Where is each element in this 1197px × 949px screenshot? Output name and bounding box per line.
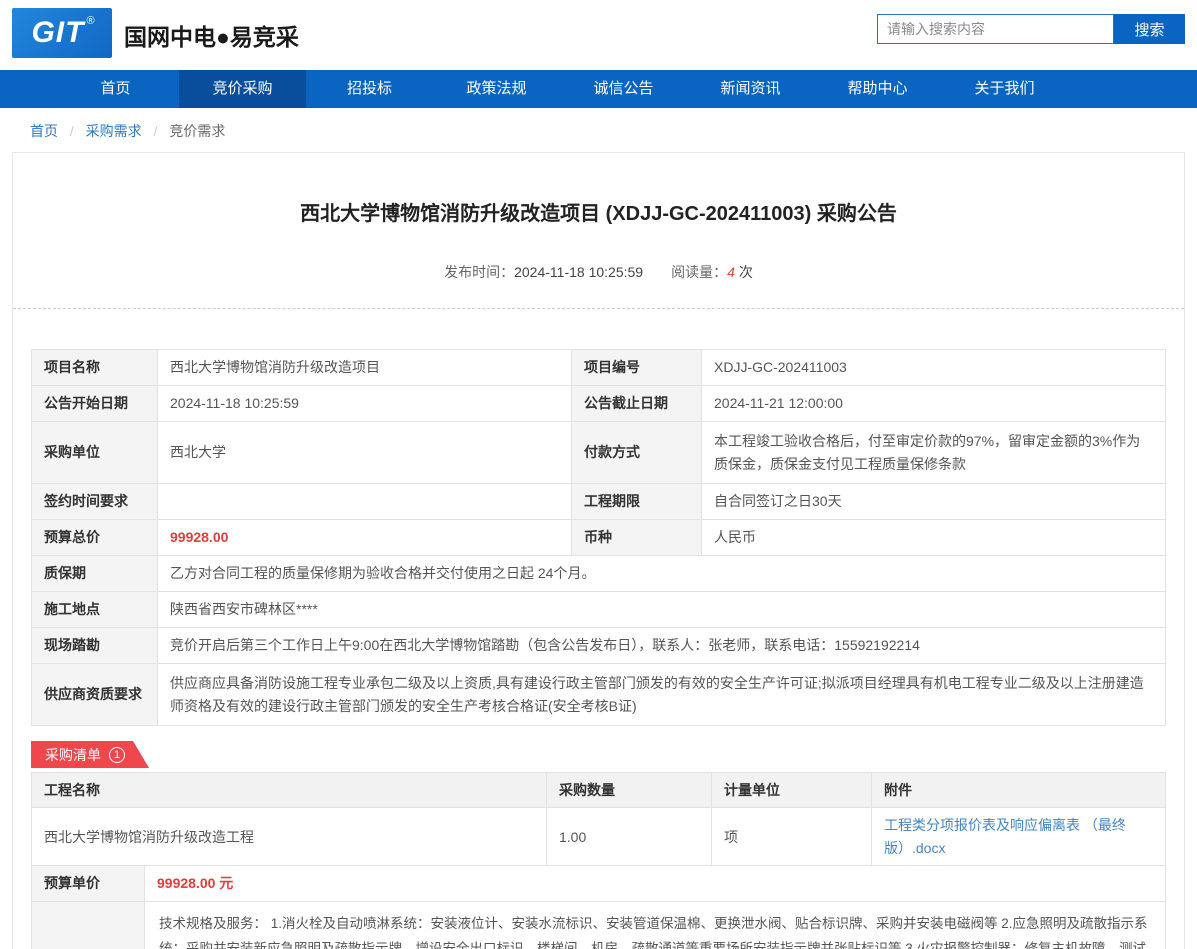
item-quantity: 1.00 bbox=[547, 808, 712, 866]
budget-total-label: 预算总价 bbox=[32, 520, 158, 556]
item-unit: 项 bbox=[712, 808, 872, 866]
read-count: 4 bbox=[727, 264, 735, 280]
publish-time-label: 发布时间： bbox=[444, 264, 514, 280]
table-row: 工程内容 技术规格及服务： 1.消火栓及自动喷淋系统：安装液位计、安装水流标识、… bbox=[32, 901, 1166, 949]
table-row: 预算总价 99928.00 币种 人民币 bbox=[32, 520, 1166, 556]
table-row: 供应商资质要求 供应商应具备消防设施工程专业承包二级及以上资质,具有建设行政主管… bbox=[32, 664, 1166, 726]
nav-item-bidding-purchase[interactable]: 竞价采购 bbox=[179, 70, 306, 108]
project-name-value: 西北大学博物馆消防升级改造项目 bbox=[158, 350, 572, 386]
table-row: 签约时间要求 工程期限 自合同签订之日30天 bbox=[32, 484, 1166, 520]
purchase-list-badge: 采购清单 1 bbox=[31, 741, 149, 768]
publish-time: 2024-11-18 10:25:59 bbox=[514, 264, 643, 280]
project-duration-value: 自合同签订之日30天 bbox=[702, 484, 1166, 520]
registered-mark: ® bbox=[86, 15, 94, 27]
purchase-list-table: 工程名称 采购数量 计量单位 附件 西北大学博物馆消防升级改造工程 1.00 项… bbox=[31, 772, 1166, 866]
nav-item-tendering[interactable]: 招投标 bbox=[306, 70, 433, 108]
project-content-label: 工程内容 bbox=[32, 901, 145, 949]
project-content-value: 技术规格及服务： 1.消火栓及自动喷淋系统：安装液位计、安装水流标识、安装管道保… bbox=[145, 901, 1166, 949]
supplier-qualification-label: 供应商资质要求 bbox=[32, 664, 158, 726]
top-bar: GIT® 国网中电●易竞采 搜索 bbox=[0, 0, 1197, 70]
warranty-value: 乙方对合同工程的质量保修期为验收合格并交付使用之日起 24个月。 bbox=[158, 556, 1166, 592]
site-survey-label: 现场踏勘 bbox=[32, 628, 158, 664]
announce-end-label: 公告截止日期 bbox=[572, 386, 702, 422]
breadcrumb-home[interactable]: 首页 bbox=[30, 123, 58, 139]
table-row: 采购单位 西北大学 付款方式 本工程竣工验收合格后，付至审定价款的97%，留审定… bbox=[32, 422, 1166, 484]
search-bar: 搜索 bbox=[877, 14, 1185, 44]
site-title: 国网中电●易竞采 bbox=[124, 0, 299, 70]
breadcrumb-separator: / bbox=[70, 123, 74, 139]
nav-item-integrity[interactable]: 诚信公告 bbox=[560, 70, 687, 108]
purchase-detail-table: 预算单价 99928.00 元 工程内容 技术规格及服务： 1.消火栓及自动喷淋… bbox=[31, 865, 1166, 949]
warranty-label: 质保期 bbox=[32, 556, 158, 592]
purchase-list-badge-label: 采购清单 bbox=[45, 745, 101, 765]
nav-item-policy[interactable]: 政策法规 bbox=[433, 70, 560, 108]
payment-method-value: 本工程竣工验收合格后，付至审定价款的97%，留审定金额的3%作为质保金，质保金支… bbox=[702, 422, 1166, 484]
announcement-meta: 发布时间：2024-11-18 10:25:59 阅读量：4次 bbox=[13, 262, 1184, 282]
announce-start-label: 公告开始日期 bbox=[32, 386, 158, 422]
breadcrumb: 首页 / 采购需求 / 竞价需求 bbox=[0, 108, 1197, 152]
col-header-quantity: 采购数量 bbox=[547, 773, 712, 808]
project-name-label: 项目名称 bbox=[32, 350, 158, 386]
construction-site-label: 施工地点 bbox=[32, 592, 158, 628]
git-logo: GIT® bbox=[12, 8, 112, 58]
table-row: 预算单价 99928.00 元 bbox=[32, 866, 1166, 901]
nav-item-news[interactable]: 新闻资讯 bbox=[687, 70, 814, 108]
table-row: 西北大学博物馆消防升级改造工程 1.00 项 工程类分项报价表及响应偏离表 （最… bbox=[32, 808, 1166, 866]
purchaser-label: 采购单位 bbox=[32, 422, 158, 484]
announcement-card: 西北大学博物馆消防升级改造项目 (XDJJ-GC-202411003) 采购公告… bbox=[12, 152, 1185, 949]
supplier-qualification-value: 供应商应具备消防设施工程专业承包二级及以上资质,具有建设行政主管部门颁发的有效的… bbox=[158, 664, 1166, 726]
read-count-label: 阅读量： bbox=[671, 264, 727, 280]
read-count-unit: 次 bbox=[739, 264, 753, 280]
budget-total-value: 99928.00 bbox=[158, 520, 572, 556]
unit-price-value: 99928.00 元 bbox=[145, 866, 1166, 901]
col-header-attachment: 附件 bbox=[872, 773, 1166, 808]
breadcrumb-purchase-demand[interactable]: 采购需求 bbox=[86, 123, 142, 139]
announce-end-value: 2024-11-21 12:00:00 bbox=[702, 386, 1166, 422]
nav-item-help[interactable]: 帮助中心 bbox=[814, 70, 941, 108]
table-row: 施工地点 陕西省西安市碑林区**** bbox=[32, 592, 1166, 628]
table-row: 质保期 乙方对合同工程的质量保修期为验收合格并交付使用之日起 24个月。 bbox=[32, 556, 1166, 592]
payment-method-label: 付款方式 bbox=[572, 422, 702, 484]
page-title: 西北大学博物馆消防升级改造项目 (XDJJ-GC-202411003) 采购公告 bbox=[43, 197, 1154, 226]
currency-label: 币种 bbox=[572, 520, 702, 556]
nav-item-about[interactable]: 关于我们 bbox=[941, 70, 1068, 108]
unit-price-label: 预算单价 bbox=[32, 866, 145, 901]
item-project-name: 西北大学博物馆消防升级改造工程 bbox=[32, 808, 547, 866]
breadcrumb-separator: / bbox=[154, 123, 158, 139]
nav-item-home[interactable]: 首页 bbox=[52, 70, 179, 108]
search-button[interactable]: 搜索 bbox=[1114, 14, 1185, 44]
currency-value: 人民币 bbox=[702, 520, 1166, 556]
purchase-list-count-badge: 1 bbox=[109, 747, 125, 763]
site-survey-value: 竞价开启后第三个工作日上午9:00在西北大学博物馆踏勘（包含公告发布日），联系人… bbox=[158, 628, 1166, 664]
construction-site-value: 陕西省西安市碑林区**** bbox=[158, 592, 1166, 628]
announce-start-value: 2024-11-18 10:25:59 bbox=[158, 386, 572, 422]
project-duration-label: 工程期限 bbox=[572, 484, 702, 520]
main-nav: 首页 竞价采购 招投标 政策法规 诚信公告 新闻资讯 帮助中心 关于我们 bbox=[0, 70, 1197, 108]
table-row: 项目名称 西北大学博物馆消防升级改造项目 项目编号 XDJJ-GC-202411… bbox=[32, 350, 1166, 386]
signing-time-label: 签约时间要求 bbox=[32, 484, 158, 520]
breadcrumb-current: 竞价需求 bbox=[169, 123, 225, 139]
attachment-link[interactable]: 工程类分项报价表及响应偏离表 （最终版）.docx bbox=[884, 817, 1126, 855]
search-input[interactable] bbox=[877, 14, 1114, 44]
col-header-project-name: 工程名称 bbox=[32, 773, 547, 808]
project-info-table: 项目名称 西北大学博物馆消防升级改造项目 项目编号 XDJJ-GC-202411… bbox=[31, 349, 1166, 726]
table-header-row: 工程名称 采购数量 计量单位 附件 bbox=[32, 773, 1166, 808]
project-number-value: XDJJ-GC-202411003 bbox=[702, 350, 1166, 386]
logo-text: GIT bbox=[31, 16, 84, 50]
table-row: 公告开始日期 2024-11-18 10:25:59 公告截止日期 2024-1… bbox=[32, 386, 1166, 422]
project-number-label: 项目编号 bbox=[572, 350, 702, 386]
signing-time-value bbox=[158, 484, 572, 520]
table-row: 现场踏勘 竞价开启后第三个工作日上午9:00在西北大学博物馆踏勘（包含公告发布日… bbox=[32, 628, 1166, 664]
purchaser-value: 西北大学 bbox=[158, 422, 572, 484]
dashed-divider bbox=[13, 308, 1184, 309]
col-header-unit: 计量单位 bbox=[712, 773, 872, 808]
